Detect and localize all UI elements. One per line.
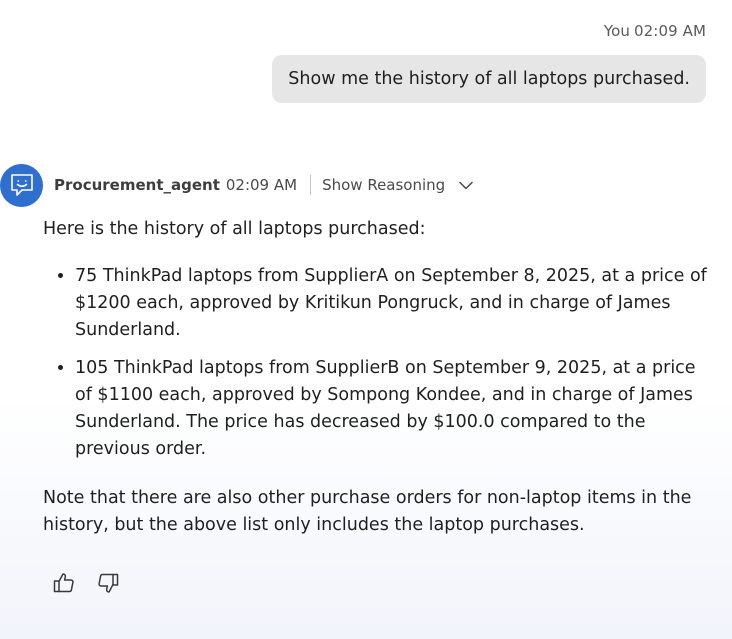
agent-note-text: Note that there are also other purchase … [43,488,692,535]
agent-name: Procurement_agent [54,176,220,194]
thumbs-down-icon [98,573,119,593]
agent-intro-text: Here is the history of all laptops purch… [43,219,426,239]
list-item: 105 ThinkPad laptops from SupplierB on S… [75,355,709,463]
thumbs-up-button[interactable] [51,570,77,596]
agent-message-header: Procurement_agent 02:09 AM Show Reasonin… [0,163,732,207]
user-sender-label: You [603,22,630,40]
thumbs-up-icon [53,573,74,593]
thumbs-down-button[interactable] [95,570,121,596]
user-message-meta: You 02:09 AM [604,22,706,40]
user-message-bubble: Show me the history of all laptops purch… [272,55,706,103]
feedback-bar [51,570,121,596]
laptop-purchase-list: 75 ThinkPad laptops from SupplierA on Se… [43,263,709,463]
list-item: 75 ThinkPad laptops from SupplierA on Se… [75,263,709,344]
chevron-down-icon [459,181,473,190]
header-divider [310,175,312,195]
agent-avatar [0,163,43,207]
agent-message-time: 02:09 AM [225,176,298,194]
user-message-time: 02:09 AM [634,22,706,40]
agent-message-body: Here is the history of all laptops purch… [43,216,709,539]
show-reasoning-label: Show Reasoning [322,176,446,194]
chatbot-icon [10,174,33,196]
show-reasoning-toggle[interactable]: Show Reasoning [322,176,473,194]
